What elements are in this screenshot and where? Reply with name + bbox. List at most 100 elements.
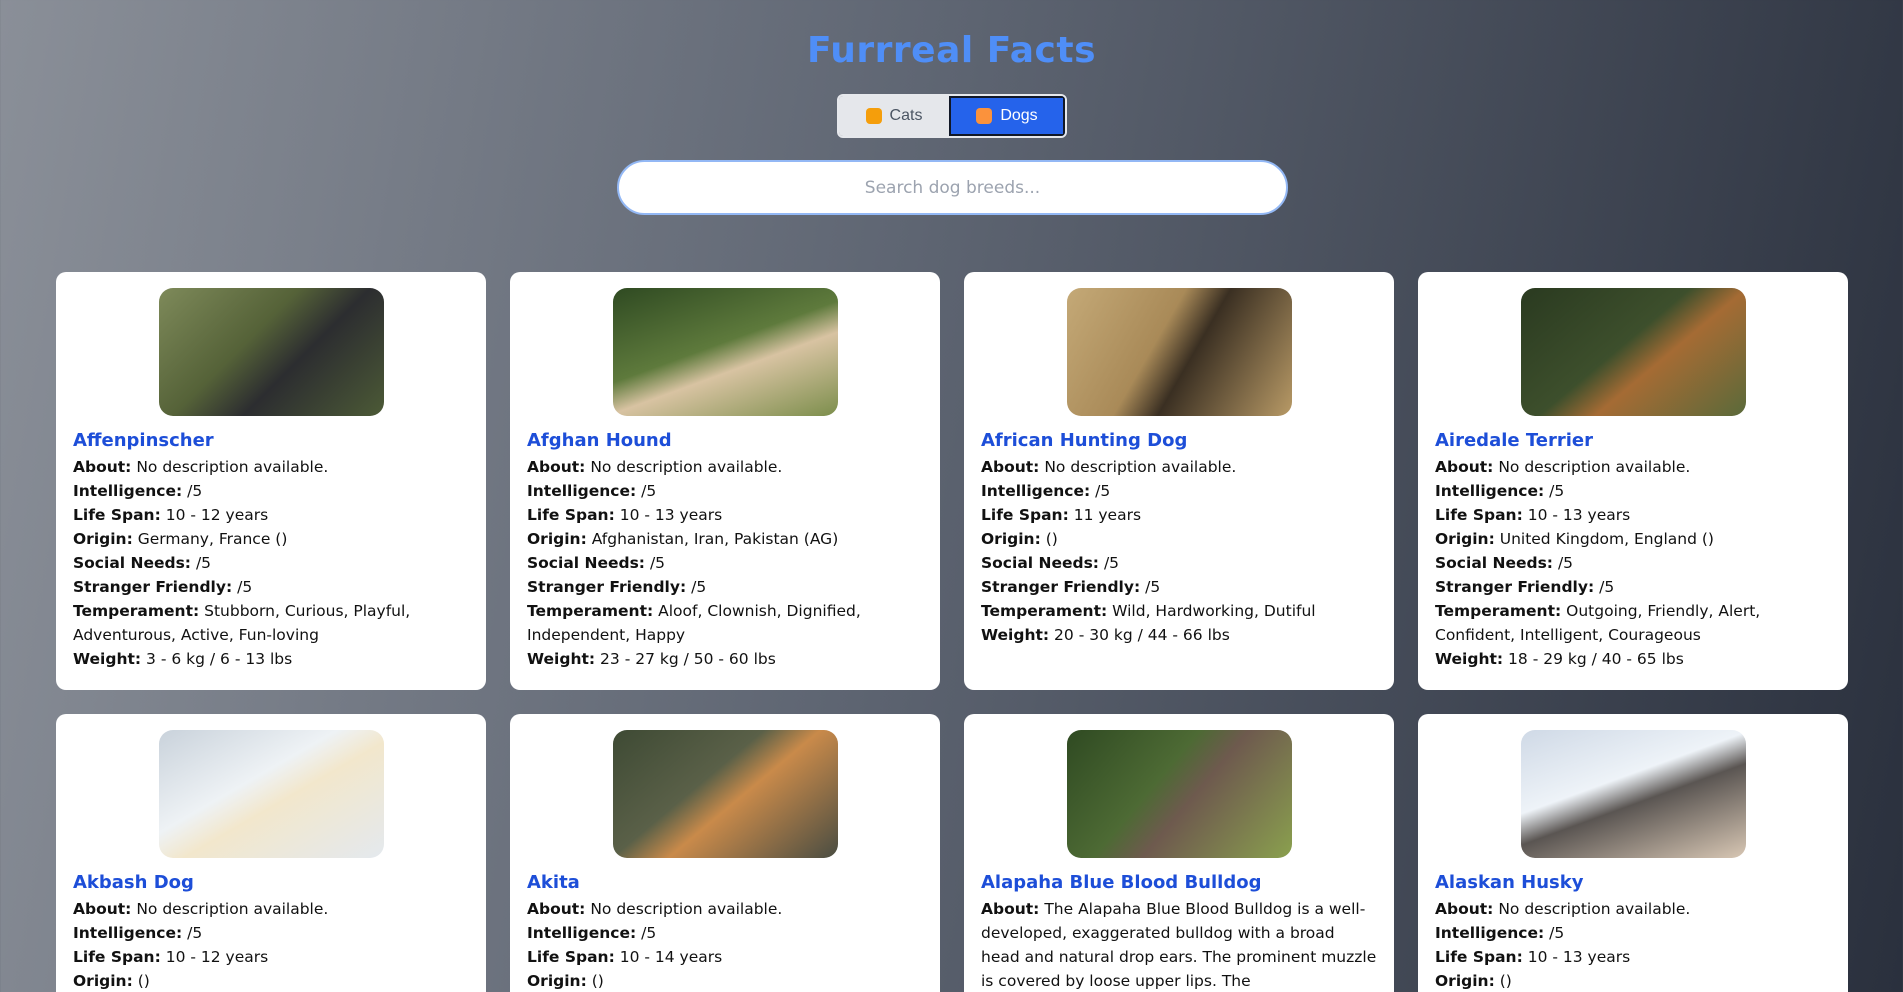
value-about: No description available. [1044, 458, 1237, 476]
label-about: About: [1435, 458, 1494, 476]
breed-image [612, 288, 838, 416]
field-origin: Origin: () [1435, 969, 1831, 992]
dog-icon [976, 108, 993, 124]
value-stranger-friendly: /5 [237, 578, 253, 596]
field-intelligence: Intelligence: /5 [73, 479, 469, 503]
breed-name: Akita [527, 872, 580, 893]
value-life-span: 10 - 13 years [619, 506, 723, 524]
field-origin: Origin: () [981, 527, 1377, 551]
field-stranger-friendly: Stranger Friendly: /5 [981, 575, 1377, 599]
value-intelligence: /5 [641, 482, 657, 500]
label-origin: Origin: [527, 972, 587, 990]
label-weight: Weight: [73, 650, 142, 668]
label-origin: Origin: [1435, 530, 1495, 548]
field-weight: Weight: 23 - 27 kg / 50 - 60 lbs [527, 647, 923, 671]
field-about: About: No description available. [527, 455, 923, 479]
value-life-span: 10 - 12 years [165, 506, 269, 524]
breed-card[interactable]: Afghan Hound About: No description avail… [510, 272, 940, 690]
field-intelligence: Intelligence: /5 [1435, 921, 1831, 945]
label-life-span: Life Span: [1435, 948, 1523, 966]
value-weight: 18 - 29 kg / 40 - 65 lbs [1508, 650, 1684, 668]
search-input[interactable] [617, 160, 1288, 215]
breed-card[interactable]: Affenpinscher About: No description avai… [56, 272, 486, 690]
label-social-needs: Social Needs: [1435, 554, 1553, 572]
field-intelligence: Intelligence: /5 [527, 479, 923, 503]
value-about: No description available. [136, 900, 329, 918]
value-social-needs: /5 [1557, 554, 1574, 572]
label-about: About: [527, 900, 586, 918]
breed-card[interactable]: Akita About: No description available. I… [510, 714, 940, 992]
field-about: About: No description available. [1435, 455, 1831, 479]
field-intelligence: Intelligence: /5 [981, 479, 1377, 503]
value-stranger-friendly: /5 [691, 578, 707, 596]
field-origin: Origin: Afghanistan, Iran, Pakistan (AG) [527, 527, 923, 551]
value-origin: Afghanistan, Iran, Pakistan (AG) [591, 530, 839, 548]
tab-cats-label: Cats [889, 107, 923, 124]
breed-name: Alapaha Blue Blood Bulldog [981, 872, 1262, 893]
value-life-span: 10 - 13 years [1527, 506, 1631, 524]
field-intelligence: Intelligence: /5 [73, 921, 469, 945]
label-life-span: Life Span: [73, 948, 161, 966]
label-social-needs: Social Needs: [73, 554, 191, 572]
value-intelligence: /5 [1549, 924, 1565, 942]
breed-card[interactable]: Alaskan Husky About: No description avai… [1418, 714, 1848, 992]
value-origin: () [1045, 530, 1058, 548]
field-social-needs: Social Needs: /5 [1435, 551, 1831, 575]
label-about: About: [73, 900, 132, 918]
tab-dogs[interactable]: Dogs [949, 96, 1065, 136]
breed-card[interactable]: Akbash Dog About: No description availab… [56, 714, 486, 992]
value-about: No description available. [590, 458, 783, 476]
field-about: About: No description available. [981, 455, 1377, 479]
label-life-span: Life Span: [527, 948, 615, 966]
value-stranger-friendly: /5 [1599, 578, 1615, 596]
field-stranger-friendly: Stranger Friendly: /5 [73, 575, 469, 599]
label-temperament: Temperament: [73, 602, 200, 620]
breed-image [1520, 288, 1746, 416]
label-stranger-friendly: Stranger Friendly: [73, 578, 233, 596]
breed-name: Afghan Hound [527, 430, 672, 451]
label-intelligence: Intelligence: [73, 924, 183, 942]
label-stranger-friendly: Stranger Friendly: [527, 578, 687, 596]
field-temperament: Temperament: Wild, Hardworking, Dutiful [981, 599, 1377, 623]
value-origin: () [137, 972, 150, 990]
label-about: About: [981, 900, 1040, 918]
label-about: About: [73, 458, 132, 476]
breed-card[interactable]: Airedale Terrier About: No description a… [1418, 272, 1848, 690]
breed-card[interactable]: Alapaha Blue Blood Bulldog About: The Al… [964, 714, 1394, 992]
value-life-span: 10 - 14 years [619, 948, 723, 966]
value-weight: 3 - 6 kg / 6 - 13 lbs [146, 650, 293, 668]
field-origin: Origin: () [73, 969, 469, 992]
field-about: About: No description available. [73, 897, 469, 921]
value-about: No description available. [1498, 458, 1691, 476]
label-weight: Weight: [527, 650, 596, 668]
field-life-span: Life Span: 10 - 14 years [527, 945, 923, 969]
value-origin: Germany, France () [137, 530, 288, 548]
label-social-needs: Social Needs: [527, 554, 645, 572]
label-life-span: Life Span: [73, 506, 161, 524]
label-about: About: [981, 458, 1040, 476]
label-origin: Origin: [527, 530, 587, 548]
cat-icon [865, 108, 882, 124]
tab-dogs-label: Dogs [1000, 107, 1038, 124]
label-about: About: [527, 458, 586, 476]
label-weight: Weight: [981, 626, 1050, 644]
breed-card[interactable]: African Hunting Dog About: No descriptio… [964, 272, 1394, 690]
breed-grid: Affenpinscher About: No description avai… [56, 272, 1850, 992]
breed-name: Airedale Terrier [1435, 430, 1593, 451]
label-stranger-friendly: Stranger Friendly: [981, 578, 1141, 596]
field-temperament: Temperament: Aloof, Clownish, Dignified,… [527, 599, 923, 647]
breed-name: Akbash Dog [73, 872, 194, 893]
field-origin: Origin: () [527, 969, 923, 992]
label-weight: Weight: [1435, 650, 1504, 668]
field-origin: Origin: Germany, France () [73, 527, 469, 551]
breed-name: Alaskan Husky [1435, 872, 1584, 893]
label-temperament: Temperament: [981, 602, 1108, 620]
label-origin: Origin: [73, 972, 133, 990]
value-social-needs: /5 [649, 554, 666, 572]
field-weight: Weight: 20 - 30 kg / 44 - 66 lbs [981, 623, 1377, 647]
species-toggle: Cats Dogs [837, 94, 1067, 138]
tab-cats[interactable]: Cats [839, 96, 949, 136]
label-origin: Origin: [981, 530, 1041, 548]
page-title: Furrreal Facts [806, 30, 1097, 71]
breed-image [1066, 288, 1292, 416]
